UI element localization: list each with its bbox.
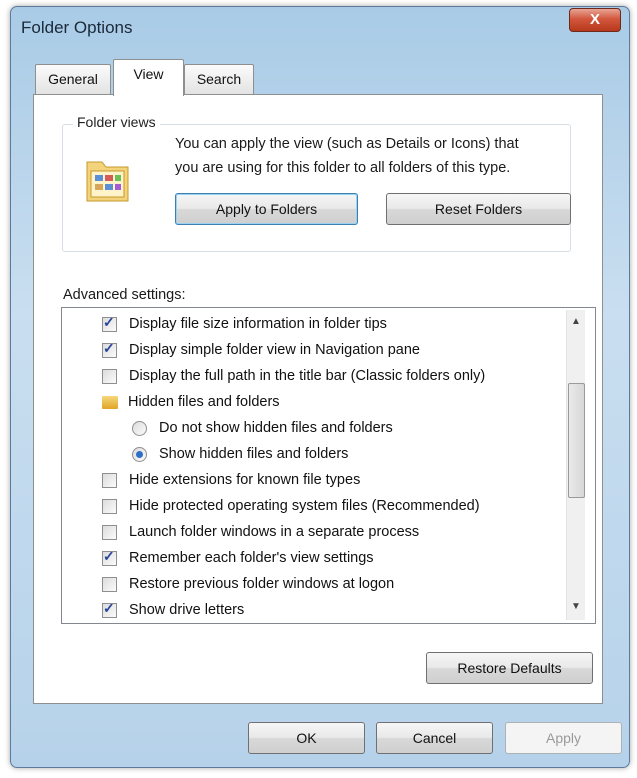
advanced-settings-label: Advanced settings: [63,287,186,303]
list-item-label: Remember each folder's view settings [129,550,374,566]
list-item[interactable]: Show hidden files and folders [132,441,348,467]
apply-button[interactable]: Apply [505,722,622,754]
tab-search[interactable]: Search [184,64,254,94]
chevron-down-icon[interactable]: ▼ [571,601,581,612]
list-item[interactable]: Show drive letters [102,597,244,623]
chevron-up-icon[interactable]: ▲ [571,316,581,327]
close-button[interactable]: X [569,8,621,32]
checkbox-icon[interactable] [102,576,117,592]
list-item[interactable]: Launch folder windows in a separate proc… [102,519,419,545]
list-item[interactable]: Remember each folder's view settings [102,545,374,571]
tab-view[interactable]: View [113,59,184,96]
folder-options-icon [84,154,132,204]
ok-button[interactable]: OK [248,722,365,754]
radio-icon[interactable] [132,446,147,462]
checkbox-icon[interactable] [102,340,117,358]
folder-views-label: Folder views [73,114,160,130]
list-item-label: Launch folder windows in a separate proc… [129,524,420,540]
list-item[interactable]: Display the full path in the title bar (… [102,363,485,389]
list-item[interactable]: Display simple folder view in Navigation… [102,337,420,363]
checkbox-icon[interactable] [102,548,117,566]
list-item: Hidden files and folders [102,389,280,415]
checkbox-icon[interactable] [102,368,117,384]
reset-folders-button[interactable]: Reset Folders [386,193,571,225]
list-item-label: Restore previous folder windows at logon [129,576,395,592]
list-item[interactable]: Hide protected operating system files (R… [102,493,480,519]
cancel-button[interactable]: Cancel [376,722,493,754]
list-item-label: Hidden files and folders [128,394,280,410]
folder-views-description-line2: you are using for this folder to all fol… [175,160,511,176]
checkbox-icon[interactable] [102,314,117,332]
list-item[interactable]: Hide extensions for known file types [102,467,360,493]
list-item[interactable]: Do not show hidden files and folders [132,415,393,441]
tab-general[interactable]: General [35,64,111,94]
scrollbar-thumb[interactable] [568,383,585,498]
checkbox-icon[interactable] [102,524,117,540]
list-item[interactable]: Restore previous folder windows at logon [102,571,394,597]
restore-defaults-button[interactable]: Restore Defaults [426,652,593,684]
list-item-label: Hide protected operating system files (R… [129,498,480,514]
folder-icon [102,395,118,409]
apply-to-folders-button[interactable]: Apply to Folders [175,193,358,225]
list-item-label: Do not show hidden files and folders [159,420,393,436]
advanced-settings-list[interactable]: Display file size information in folder … [61,307,596,624]
list-item-label: Hide extensions for known file types [129,472,361,488]
folder-views-description-line1: You can apply the view (such as Details … [175,136,519,152]
checkbox-icon[interactable] [102,498,117,514]
list-item-label: Show drive letters [129,602,245,618]
checkbox-icon[interactable] [102,472,117,488]
checkbox-icon[interactable] [102,600,117,618]
radio-icon[interactable] [132,420,147,436]
list-item-label: Show hidden files and folders [159,446,349,462]
window-title: Folder Options [21,18,133,37]
list-item-label: Display file size information in folder … [129,316,387,332]
list-item-label: Display the full path in the title bar (… [129,368,486,384]
list-item-label: Display simple folder view in Navigation… [129,342,420,358]
list-item[interactable]: Display file size information in folder … [102,311,387,337]
